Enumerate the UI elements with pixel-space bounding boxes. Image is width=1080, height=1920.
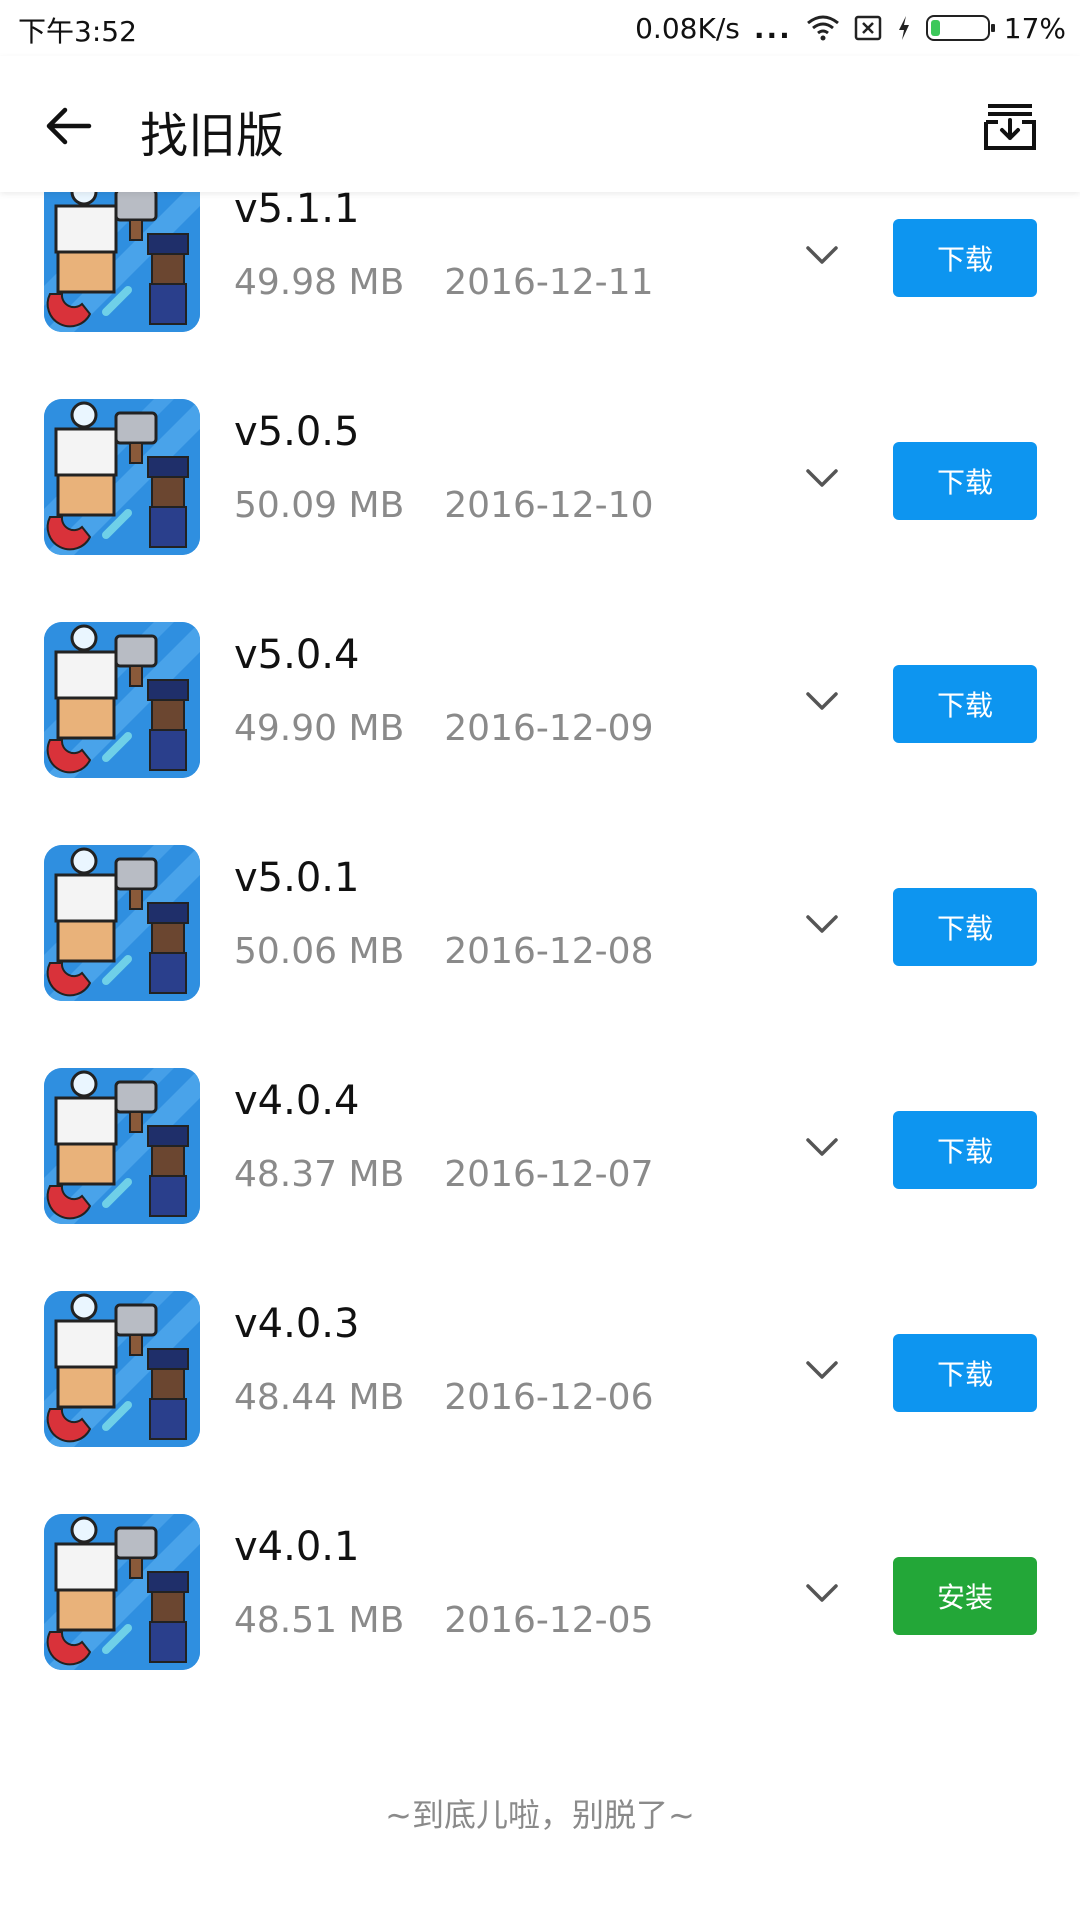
app-icon — [44, 192, 200, 332]
file-size: 49.98 MB — [234, 262, 405, 303]
version-row: v4.0.1 48.51 MB 2016-12-05 安装 — [0, 1484, 1080, 1707]
expand-button[interactable] — [800, 455, 844, 499]
install-button[interactable]: 安装 — [893, 1557, 1037, 1635]
status-right-group: 0.08K/s ... 17% — [635, 8, 1066, 48]
app-header: 找旧版 — [0, 56, 1080, 192]
sim-none-icon — [854, 15, 882, 41]
version-meta: 49.90 MB 2016-12-09 — [234, 708, 653, 749]
release-date: 2016-12-05 — [444, 1600, 654, 1641]
version-row: v4.0.3 48.44 MB 2016-12-06 下载 — [0, 1261, 1080, 1484]
chevron-down-icon — [806, 1138, 838, 1156]
chevron-down-icon — [806, 246, 838, 264]
download-button[interactable]: 下载 — [893, 665, 1037, 743]
version-label: v5.0.5 — [234, 409, 360, 455]
version-meta: 48.37 MB 2016-12-07 — [234, 1154, 653, 1195]
download-button[interactable]: 下载 — [893, 219, 1037, 297]
release-date: 2016-12-11 — [444, 262, 654, 303]
version-row: v5.0.4 49.90 MB 2016-12-09 下载 — [0, 592, 1080, 815]
file-size: 48.51 MB — [234, 1600, 405, 1641]
download-button[interactable]: 下载 — [893, 888, 1037, 966]
version-meta: 48.51 MB 2016-12-05 — [234, 1600, 653, 1641]
file-size: 48.37 MB — [234, 1154, 405, 1195]
battery-percent: 17% — [1003, 11, 1066, 45]
file-size: 49.90 MB — [234, 708, 405, 749]
file-size: 50.06 MB — [234, 931, 405, 972]
version-label: v5.0.1 — [234, 855, 360, 901]
app-icon — [44, 1068, 200, 1224]
expand-button[interactable] — [800, 901, 844, 945]
expand-button[interactable] — [800, 1124, 844, 1168]
chevron-down-icon — [806, 915, 838, 933]
app-icon — [44, 1291, 200, 1447]
version-label: v5.0.4 — [234, 632, 360, 678]
download-button[interactable]: 下载 — [893, 442, 1037, 520]
version-row: v4.0.4 48.37 MB 2016-12-07 下载 — [0, 1038, 1080, 1261]
file-size: 48.44 MB — [234, 1377, 405, 1418]
download-button[interactable]: 下载 — [893, 1334, 1037, 1412]
battery-icon — [925, 15, 995, 41]
net-speed: 0.08K/s — [635, 11, 740, 45]
wifi-icon — [806, 15, 839, 41]
version-meta: 49.98 MB 2016-12-11 — [234, 262, 653, 303]
status-time: 下午3:52 — [18, 15, 137, 48]
version-row: v5.1.1 49.98 MB 2016-12-11 下载 — [0, 192, 1080, 369]
version-label: v4.0.1 — [234, 1524, 360, 1570]
more-dots: ... — [753, 11, 792, 45]
expand-button[interactable] — [800, 1570, 844, 1614]
back-button[interactable] — [36, 94, 100, 158]
release-date: 2016-12-09 — [444, 708, 654, 749]
version-row: v5.0.5 50.09 MB 2016-12-10 下载 — [0, 369, 1080, 592]
release-date: 2016-12-06 — [444, 1377, 654, 1418]
app-icon — [44, 1514, 200, 1670]
charging-icon — [898, 16, 909, 40]
download-button[interactable]: 下载 — [893, 1111, 1037, 1189]
arrow-left-icon — [46, 107, 92, 145]
chevron-down-icon — [806, 1584, 838, 1602]
expand-button[interactable] — [800, 1347, 844, 1391]
release-date: 2016-12-08 — [444, 931, 654, 972]
expand-button[interactable] — [800, 678, 844, 722]
app-icon — [44, 399, 200, 555]
download-manager-button[interactable] — [980, 96, 1040, 156]
version-meta: 50.06 MB 2016-12-08 — [234, 931, 653, 972]
version-meta: 50.09 MB 2016-12-10 — [234, 485, 653, 526]
version-label: v5.1.1 — [234, 192, 360, 232]
file-size: 50.09 MB — [234, 485, 405, 526]
chevron-down-icon — [806, 692, 838, 710]
release-date: 2016-12-10 — [444, 485, 654, 526]
version-list: v5.1.1 49.98 MB 2016-12-11 下载 v5.0.5 50.… — [0, 192, 1080, 1920]
version-label: v4.0.3 — [234, 1301, 360, 1347]
page-title: 找旧版 — [140, 108, 285, 164]
end-of-list-note: ~到底儿啦，别脱了~ — [385, 1796, 695, 1834]
expand-button[interactable] — [800, 232, 844, 276]
download-tray-icon — [984, 104, 1036, 150]
app-icon — [44, 845, 200, 1001]
release-date: 2016-12-07 — [444, 1154, 654, 1195]
chevron-down-icon — [806, 469, 838, 487]
version-label: v4.0.4 — [234, 1078, 360, 1124]
chevron-down-icon — [806, 1361, 838, 1379]
app-icon — [44, 622, 200, 778]
version-row: v5.0.1 50.06 MB 2016-12-08 下载 — [0, 815, 1080, 1038]
status-bar: 下午3:52 0.08K/s ... 17% — [0, 0, 1080, 56]
version-meta: 48.44 MB 2016-12-06 — [234, 1377, 653, 1418]
